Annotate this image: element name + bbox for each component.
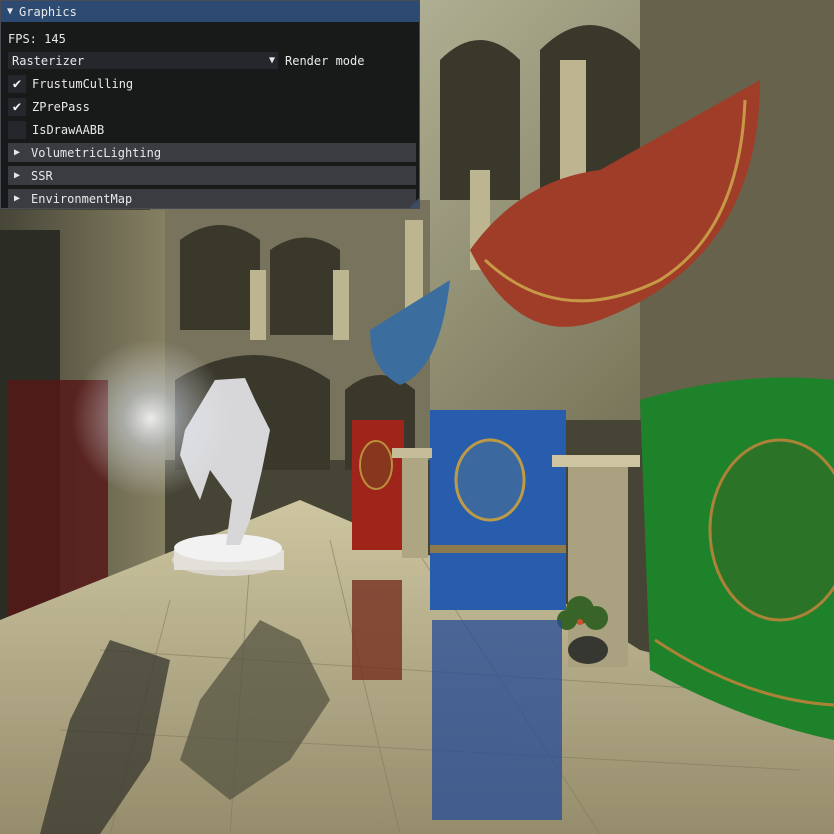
- checkbox-empty-box[interactable]: [8, 120, 26, 139]
- triangle-right-icon: ▶: [14, 146, 21, 158]
- checkmark-icon[interactable]: ✔: [8, 74, 26, 93]
- checkbox-zprepass[interactable]: ✔ ZPrePass: [8, 95, 415, 118]
- checkbox-label: FrustumCulling: [32, 76, 134, 91]
- header-environment-map[interactable]: ▶ EnvironmentMap: [8, 189, 416, 208]
- fps-row: FPS: 145: [8, 29, 415, 49]
- window-title: Graphics: [19, 4, 77, 19]
- triangle-right-icon: ▶: [14, 169, 21, 181]
- triangle-right-icon: ▶: [14, 192, 21, 204]
- checkbox-frustum-culling[interactable]: ✔ FrustumCulling: [8, 72, 415, 95]
- resize-grip[interactable]: [409, 198, 419, 208]
- render-mode-row: Rasterizer ▼ Render mode: [8, 49, 415, 72]
- checkbox-label: IsDrawAABB: [32, 122, 105, 137]
- header-ssr[interactable]: ▶ SSR: [8, 166, 416, 185]
- header-volumetric-lighting[interactable]: ▶ VolumetricLighting: [8, 143, 416, 162]
- triangle-down-icon[interactable]: ▼: [7, 6, 13, 17]
- checkbox-draw-aabb[interactable]: IsDrawAABB: [8, 118, 415, 141]
- window-body: FPS: 145 Rasterizer ▼ Render mode ✔ Frus…: [1, 22, 419, 208]
- header-label: VolumetricLighting: [31, 145, 162, 160]
- render-mode-value: Rasterizer: [12, 53, 85, 68]
- render-mode-combo[interactable]: Rasterizer ▼: [8, 52, 278, 69]
- graphics-settings-window[interactable]: ▼ Graphics FPS: 145 Rasterizer ▼ Render …: [0, 0, 420, 209]
- triangle-down-icon[interactable]: ▼: [269, 55, 275, 66]
- render-mode-label: Render mode: [285, 53, 365, 68]
- fps-text: FPS: 145: [8, 32, 66, 46]
- checkmark-icon[interactable]: ✔: [8, 97, 26, 116]
- window-title-bar[interactable]: ▼ Graphics: [1, 1, 419, 22]
- checkbox-label: ZPrePass: [32, 99, 90, 114]
- header-label: SSR: [31, 168, 53, 183]
- header-label: EnvironmentMap: [31, 191, 133, 206]
